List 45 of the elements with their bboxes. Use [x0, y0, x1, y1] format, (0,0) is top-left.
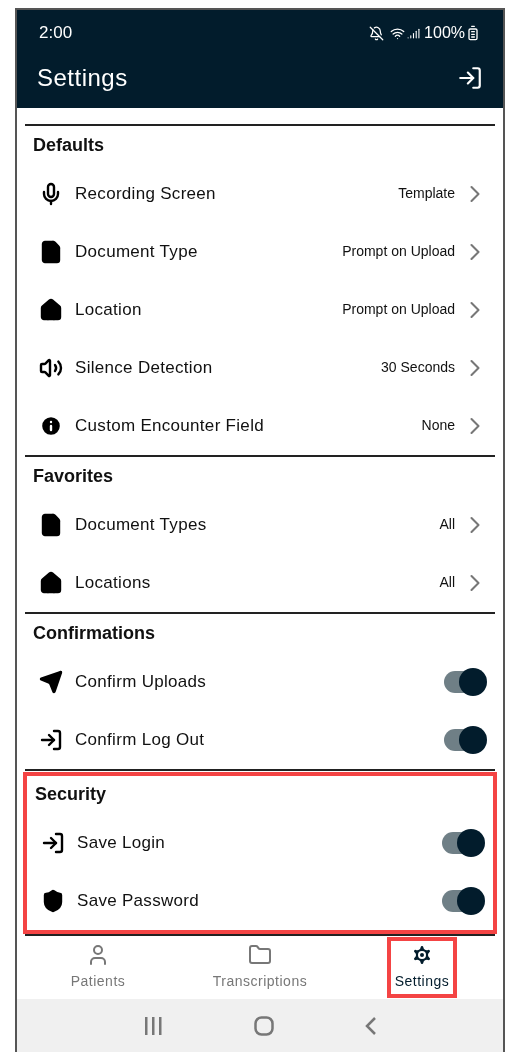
signal-icon	[407, 26, 421, 40]
battery-percent: 100%	[424, 23, 465, 43]
shield-icon	[41, 888, 65, 913]
document-icon	[39, 239, 63, 264]
setting-label: Custom Encounter Field	[75, 414, 264, 437]
recent-apps-icon[interactable]	[142, 1016, 163, 1035]
setting-label: Save Login	[77, 831, 166, 854]
home-button-icon[interactable]	[254, 1015, 274, 1036]
screen-title: Settings	[37, 62, 128, 93]
nav-tab[interactable]: Patients	[62, 937, 134, 998]
setting-label: Document Type	[75, 240, 198, 263]
setting-label: Silence Detection	[75, 356, 213, 379]
setting-label: Confirm Log Out	[75, 728, 205, 751]
setting-label: Document Types	[75, 513, 207, 536]
setting-value[interactable]: All	[439, 510, 489, 539]
section-title: Favorites	[33, 465, 114, 489]
setting-label: Locations	[75, 571, 151, 594]
login-icon	[41, 830, 65, 855]
section-title: Confirmations	[33, 622, 155, 646]
login-icon	[39, 727, 63, 752]
nav-tab[interactable]: Transcriptions	[204, 937, 316, 998]
setting-value[interactable]: Template	[398, 179, 489, 208]
setting-value[interactable]: Prompt on Upload	[342, 237, 489, 266]
send-icon	[39, 669, 63, 694]
setting-value[interactable]: 30 Seconds	[381, 353, 489, 382]
setting-value[interactable]: All	[439, 568, 489, 597]
section-title: Security	[35, 783, 107, 807]
setting-label: Location	[75, 298, 142, 321]
setting-value[interactable]: Prompt on Upload	[342, 295, 489, 324]
battery-icon	[465, 25, 481, 41]
setting-label: Recording Screen	[75, 182, 216, 205]
document-icon	[39, 512, 63, 537]
setting-label: Save Password	[77, 889, 199, 912]
section-title: Defaults	[33, 134, 104, 158]
back-icon[interactable]	[365, 1015, 378, 1036]
house-icon	[39, 297, 63, 322]
mute-icon	[369, 25, 385, 41]
house-icon	[39, 570, 63, 595]
setting-value[interactable]: None	[421, 411, 489, 440]
folder-icon	[248, 943, 272, 967]
nav-tab[interactable]: Settings	[386, 937, 458, 998]
logout-button[interactable]	[457, 64, 483, 91]
status-time: 2:00	[39, 22, 73, 45]
wifi-icon	[390, 25, 406, 41]
setting-label: Confirm Uploads	[75, 670, 207, 693]
